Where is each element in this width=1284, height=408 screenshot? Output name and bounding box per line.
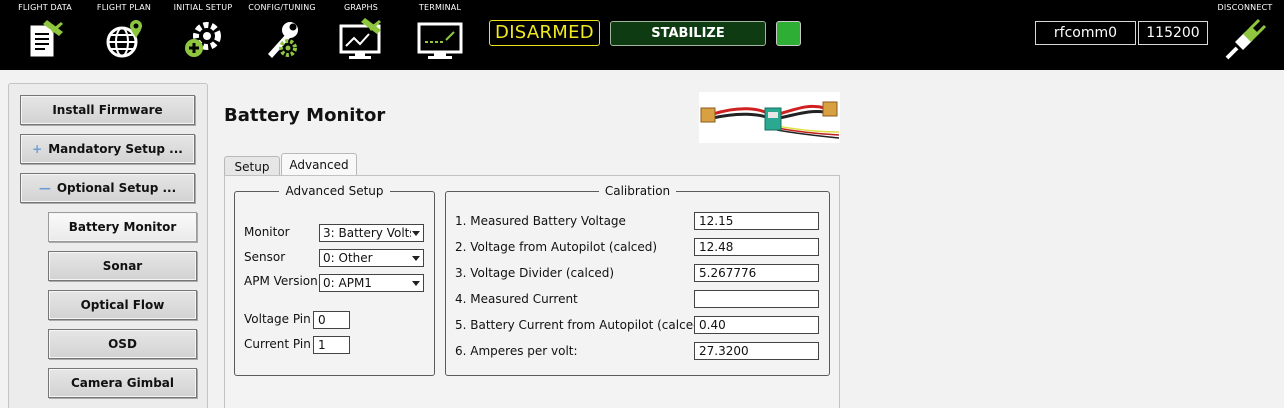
sidebar-item-sonar[interactable]: Sonar — [48, 251, 197, 281]
disconnect-button[interactable]: DISCONNECT — [1205, 0, 1284, 70]
current-pin-label: Current Pin — [244, 337, 311, 351]
measured-voltage-input[interactable]: 12.15 — [694, 212, 819, 230]
autopilot-voltage-label: 2. Voltage from Autopilot (calced) — [455, 240, 658, 254]
plug-icon — [1221, 14, 1269, 62]
page-title: Battery Monitor — [224, 105, 386, 126]
nav-graphs-label: GRAPHS — [343, 3, 379, 12]
measured-current-label: 4. Measured Current — [455, 292, 578, 306]
sensor-select-value: 0: Other — [323, 251, 373, 265]
expand-icon: + — [32, 142, 43, 156]
autopilot-current-label: 5. Battery Current from Autopilot (calce… — [455, 318, 706, 332]
amperes-per-volt-input[interactable]: 27.3200 — [694, 342, 819, 360]
nav-config-tuning-label: CONFIG/TUNING — [248, 3, 316, 12]
sidebar-item-label: Optical Flow — [80, 298, 165, 312]
autopilot-current-field[interactable]: 0.40 — [694, 316, 819, 334]
sidebar-item-label: OSD — [108, 337, 137, 351]
amperes-per-volt-label: 6. Amperes per volt: — [455, 344, 578, 358]
sidebar-item-osd[interactable]: OSD — [48, 329, 197, 359]
measured-current-input[interactable] — [694, 290, 819, 308]
calibration-title: Calibration — [598, 184, 677, 198]
apm-version-select-value: 0: APM1 — [323, 276, 372, 290]
disconnect-label: DISCONNECT — [1217, 3, 1273, 12]
nav-flight-data[interactable]: FLIGHT DATA — [3, 0, 87, 70]
sensor-label: Sensor — [244, 250, 286, 264]
apm-version-select[interactable]: 0: APM1 — [319, 274, 424, 292]
voltage-divider-label: 3. Voltage Divider (calced) — [455, 266, 615, 280]
advanced-setup-title: Advanced Setup — [279, 184, 390, 198]
monitor-label: Monitor — [244, 225, 290, 239]
sidebar-item-optional-setup[interactable]: — Optional Setup ... — [20, 173, 195, 203]
sidebar-item-label: Mandatory Setup ... — [48, 142, 183, 156]
sidebar-item-battery-monitor[interactable]: Battery Monitor — [48, 212, 197, 242]
voltage-pin-input[interactable]: 0 — [313, 311, 350, 329]
collapse-icon: — — [38, 181, 51, 195]
calibration-group: Calibration 1. Measured Battery Voltage … — [445, 184, 830, 376]
dropdown-arrow-icon — [412, 231, 420, 236]
sidebar-item-mandatory-setup[interactable]: + Mandatory Setup ... — [20, 134, 195, 164]
sidebar-item-label: Battery Monitor — [68, 220, 177, 234]
sidebar-item-optical-flow[interactable]: Optical Flow — [48, 290, 197, 320]
initial-setup-icon — [179, 14, 227, 62]
battery-monitor-image — [699, 92, 840, 143]
autopilot-voltage-field[interactable]: 12.48 — [694, 238, 819, 256]
nav-flight-plan-label: FLIGHT PLAN — [96, 3, 152, 12]
monitor-select-value: 3: Battery Volts — [323, 226, 411, 240]
monitor-select[interactable]: 3: Battery Volts — [319, 224, 424, 242]
status-led — [776, 21, 801, 46]
nav-terminal[interactable]: TERMINAL — [398, 0, 482, 70]
voltage-pin-label: Voltage Pin — [244, 312, 311, 326]
nav-initial-setup-label: INITIAL SETUP — [173, 3, 233, 12]
sidebar-item-label: Optional Setup ... — [56, 181, 177, 195]
armed-status-indicator: DISARMED — [489, 20, 600, 46]
sidebar-item-label: Sonar — [102, 259, 143, 273]
port-select[interactable]: rfcomm0 — [1035, 21, 1136, 45]
flight-mode-indicator: STABILIZE — [610, 21, 766, 46]
flight-data-icon — [21, 14, 69, 62]
nav-flight-plan[interactable]: FLIGHT PLAN — [82, 0, 166, 70]
baud-select[interactable]: 115200 — [1138, 21, 1208, 45]
flight-plan-icon — [100, 14, 148, 62]
nav-terminal-label: TERMINAL — [418, 3, 462, 12]
nav-initial-setup[interactable]: INITIAL SETUP — [161, 0, 245, 70]
config-tuning-icon — [258, 14, 306, 62]
terminal-icon — [416, 14, 464, 62]
dropdown-arrow-icon — [412, 256, 420, 261]
sidebar-item-install-firmware[interactable]: Install Firmware — [20, 95, 195, 125]
tab-advanced[interactable]: Advanced — [281, 153, 357, 177]
sidebar-item-label: Camera Gimbal — [70, 376, 174, 390]
setup-sidebar: Install Firmware + Mandatory Setup ... — O… — [8, 83, 208, 408]
graphs-icon — [337, 14, 385, 62]
top-toolbar: FLIGHT DATA FLIGHT PLAN INITIAL SETUP CO… — [0, 0, 1284, 70]
apm-version-label: APM Version — [244, 274, 318, 288]
measured-voltage-label: 1. Measured Battery Voltage — [455, 214, 626, 228]
sidebar-item-camera-gimbal[interactable]: Camera Gimbal — [48, 368, 197, 398]
current-pin-input[interactable]: 1 — [313, 336, 350, 354]
advanced-tab-panel: Advanced Setup Monitor 3: Battery Volts … — [224, 175, 840, 408]
sidebar-item-label: Install Firmware — [52, 103, 163, 117]
dropdown-arrow-icon — [412, 281, 420, 286]
sensor-select[interactable]: 0: Other — [319, 249, 424, 267]
voltage-divider-input[interactable]: 5.267776 — [694, 264, 819, 282]
advanced-setup-group: Advanced Setup Monitor 3: Battery Volts … — [234, 184, 435, 376]
nav-flight-data-label: FLIGHT DATA — [18, 3, 72, 12]
nav-graphs[interactable]: GRAPHS — [319, 0, 403, 70]
nav-config-tuning[interactable]: CONFIG/TUNING — [240, 0, 324, 70]
